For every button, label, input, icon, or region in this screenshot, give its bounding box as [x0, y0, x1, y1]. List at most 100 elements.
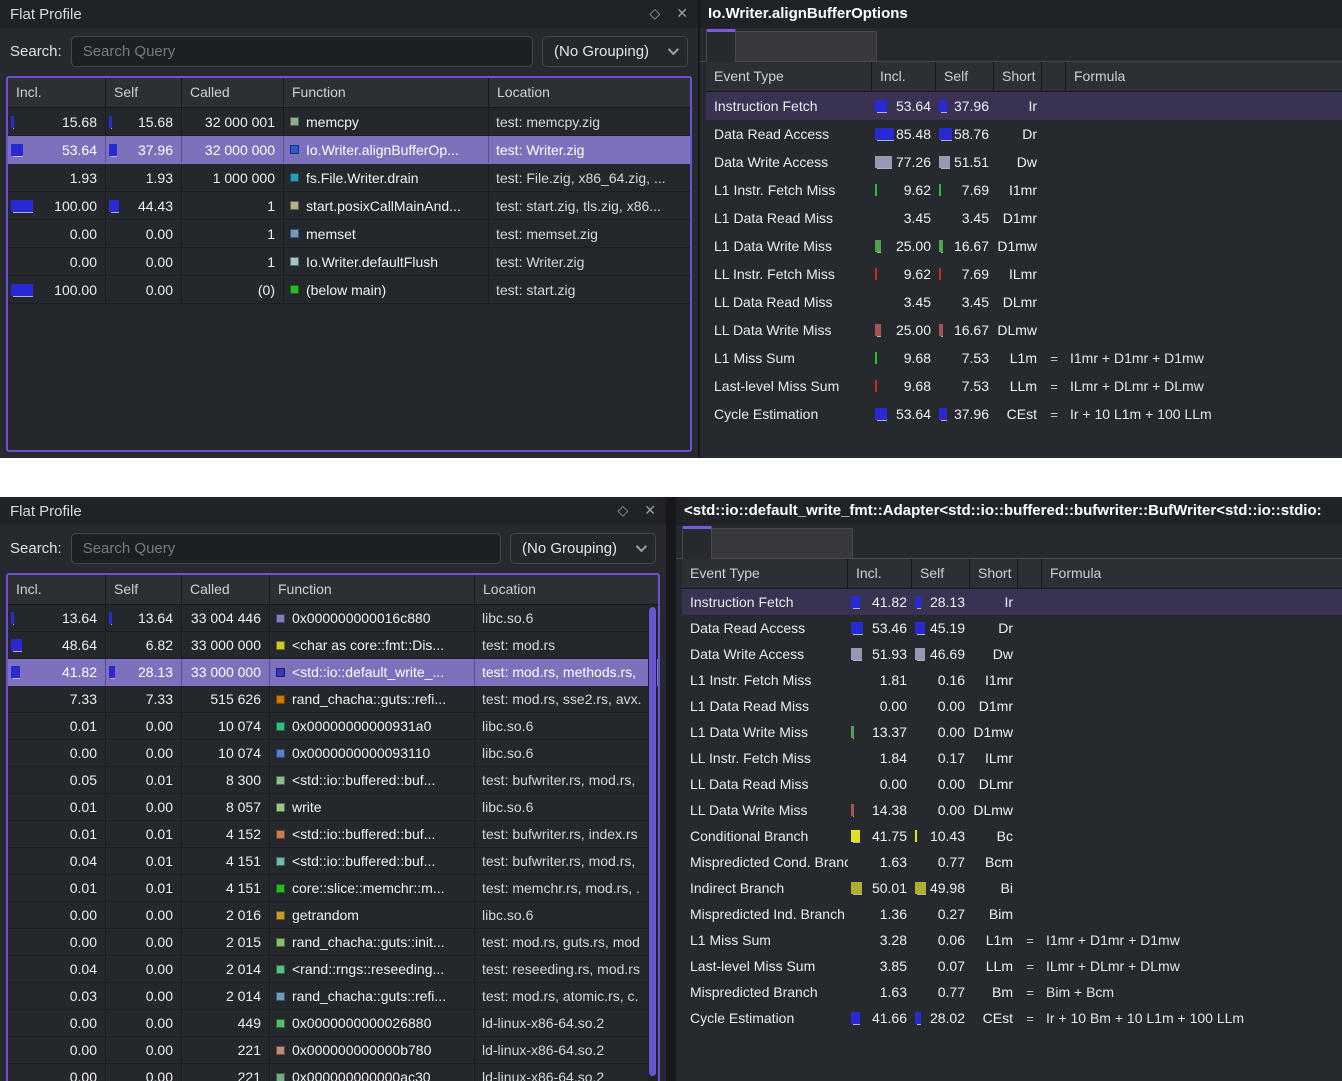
column-header-self[interactable]: Self [912, 559, 970, 588]
column-header-event-type[interactable]: Event Type [682, 559, 848, 588]
function-row[interactable]: 0.00 0.00 449 0x0000000000026880 ld-linu… [8, 1010, 658, 1037]
column-header-short[interactable]: Short [994, 62, 1042, 91]
column-header-formula[interactable]: Formula [1066, 62, 1342, 91]
scrollbar-thumb[interactable] [649, 607, 656, 1076]
event-type-row[interactable]: Data Read Access 53.46 45.19 Dr [682, 615, 1342, 641]
function-row[interactable]: 0.00 0.00 10 074 0x0000000000093110 libc… [8, 740, 658, 767]
column-header-incl[interactable]: Incl. [8, 575, 106, 604]
detail-tab[interactable] [682, 526, 712, 559]
function-row[interactable]: 0.01 0.00 10 074 0x00000000000931a0 libc… [8, 713, 658, 740]
function-row[interactable]: 48.64 6.82 33 000 000 <char as core::fmt… [8, 632, 658, 659]
detail-tab[interactable] [768, 528, 796, 558]
event-type-row[interactable]: LL Data Read Miss 0.00 0.00 DLmr [682, 771, 1342, 797]
column-header-event-type[interactable]: Event Type [706, 62, 872, 91]
column-header-location[interactable]: Location [475, 575, 658, 604]
event-type-row[interactable]: L1 Data Read Miss 0.00 0.00 D1mr [682, 693, 1342, 719]
event-type-row[interactable]: Instruction Fetch 41.82 28.13 Ir [682, 589, 1342, 615]
function-row[interactable]: 0.01 0.00 8 057 write libc.so.6 [8, 794, 658, 821]
function-row[interactable]: 53.64 37.96 32 000 000 Io.Writer.alignBu… [8, 136, 690, 164]
event-type-row[interactable]: L1 Data Write Miss 25.00 16.67 D1mw [706, 232, 1342, 260]
detail-tab[interactable] [824, 528, 853, 558]
float-panel-icon[interactable]: ◇ [617, 503, 628, 519]
detail-tab[interactable] [792, 31, 820, 61]
vertical-scrollbar[interactable] [648, 606, 657, 1081]
function-row[interactable]: 0.00 0.00 221 0x000000000000b780 ld-linu… [8, 1037, 658, 1064]
close-icon[interactable]: ✕ [676, 6, 688, 22]
detail-tab[interactable] [736, 31, 764, 61]
grouping-dropdown[interactable]: (No Grouping) [510, 533, 656, 564]
event-type-row[interactable]: LL Data Write Miss 14.38 0.00 DLmw [682, 797, 1342, 823]
event-type-row[interactable]: Mispredicted Branch 1.63 0.77 Bm = Bim +… [682, 979, 1342, 1005]
detail-tab[interactable] [706, 29, 736, 62]
detail-tab[interactable] [712, 528, 740, 558]
function-row[interactable]: 0.01 0.01 4 152 <std::io::buffered::buf.… [8, 821, 658, 848]
event-type-row[interactable]: Last-level Miss Sum 9.68 7.53 LLm = ILmr… [706, 372, 1342, 400]
event-type-row[interactable]: Indirect Branch 50.01 49.98 Bi [682, 875, 1342, 901]
column-header-incl[interactable]: Incl. [848, 559, 912, 588]
event-type-row[interactable]: Last-level Miss Sum 3.85 0.07 LLm = ILmr… [682, 953, 1342, 979]
column-header-called[interactable]: Called [182, 575, 270, 604]
function-row[interactable]: 0.04 0.00 2 014 <rand::rngs::reseeding..… [8, 956, 658, 983]
event-type-row[interactable]: Mispredicted Ind. Branch 1.36 0.27 Bim [682, 901, 1342, 927]
function-row[interactable]: 15.68 15.68 32 000 001 memcpy test: memc… [8, 108, 690, 136]
detail-tab[interactable] [820, 31, 848, 61]
column-header-function[interactable]: Function [284, 78, 489, 107]
grouping-dropdown[interactable]: (No Grouping) [542, 36, 688, 67]
event-type-row[interactable]: Data Write Access 77.26 51.51 Dw [706, 148, 1342, 176]
close-icon[interactable]: ✕ [644, 503, 656, 519]
column-header-self[interactable]: Self [936, 62, 994, 91]
float-panel-icon[interactable]: ◇ [649, 6, 660, 22]
column-header-self[interactable]: Self [106, 575, 182, 604]
function-row[interactable]: 0.03 0.00 2 014 rand_chacha::guts::refi.… [8, 983, 658, 1010]
function-row[interactable]: 0.00 0.00 2 016 getrandom libc.so.6 [8, 902, 658, 929]
function-row[interactable]: 13.64 13.64 33 004 446 0x000000000016c88… [8, 605, 658, 632]
incl-bar [875, 156, 892, 168]
function-row[interactable]: 0.04 0.01 4 151 <std::io::buffered::buf.… [8, 848, 658, 875]
event-type-row[interactable]: L1 Miss Sum 3.28 0.06 L1m = I1mr + D1mr … [682, 927, 1342, 953]
function-row[interactable]: 1.93 1.93 1 000 000 fs.File.Writer.drain… [8, 164, 690, 192]
column-header-incl[interactable]: Incl. [872, 62, 936, 91]
event-type-row[interactable]: L1 Miss Sum 9.68 7.53 L1m = I1mr + D1mr … [706, 344, 1342, 372]
event-type-row[interactable]: Cycle Estimation 53.64 37.96 CEst = Ir +… [706, 400, 1342, 428]
detail-tab[interactable] [764, 31, 792, 61]
column-header-short[interactable]: Short [970, 559, 1018, 588]
search-input[interactable] [71, 36, 533, 67]
column-header-function[interactable]: Function [270, 575, 475, 604]
event-type-row[interactable]: L1 Instr. Fetch Miss 9.62 7.69 I1mr [706, 176, 1342, 204]
event-type-row[interactable]: LL Data Read Miss 3.45 3.45 DLmr [706, 288, 1342, 316]
location-cell: test: memset.zig [489, 220, 690, 247]
event-type-row[interactable]: L1 Instr. Fetch Miss 1.81 0.16 I1mr [682, 667, 1342, 693]
event-type-row[interactable]: Instruction Fetch 53.64 37.96 Ir [706, 92, 1342, 120]
detail-tab[interactable] [740, 528, 768, 558]
column-header-incl[interactable]: Incl. [8, 78, 106, 107]
event-type-row[interactable]: Data Read Access 85.48 58.76 Dr [706, 120, 1342, 148]
column-header-location[interactable]: Location [489, 78, 690, 107]
column-header-formula[interactable]: Formula [1042, 559, 1342, 588]
event-type-row[interactable]: Conditional Branch 41.75 10.43 Bc [682, 823, 1342, 849]
event-type-row[interactable]: Cycle Estimation 41.66 28.02 CEst = Ir +… [682, 1005, 1342, 1031]
event-type-row[interactable]: LL Instr. Fetch Miss 9.62 7.69 ILmr [706, 260, 1342, 288]
column-header-called[interactable]: Called [182, 78, 284, 107]
function-row[interactable]: 0.05 0.01 8 300 <std::io::buffered::buf.… [8, 767, 658, 794]
function-row[interactable]: 100.00 0.00 (0) (below main) test: start… [8, 276, 690, 304]
function-row[interactable]: 0.01 0.01 4 151 core::slice::memchr::m..… [8, 875, 658, 902]
function-row[interactable]: 0.00 0.00 1 Io.Writer.defaultFlush test:… [8, 248, 690, 276]
event-type-row[interactable]: LL Instr. Fetch Miss 1.84 0.17 ILmr [682, 745, 1342, 771]
search-input[interactable] [71, 533, 501, 564]
function-row[interactable]: 0.00 0.00 2 015 rand_chacha::guts::init.… [8, 929, 658, 956]
function-row[interactable]: 0.00 0.00 221 0x000000000000ac30 ld-linu… [8, 1064, 658, 1081]
event-type-row[interactable]: L1 Data Write Miss 13.37 0.00 D1mw [682, 719, 1342, 745]
detail-tab[interactable] [796, 528, 824, 558]
function-row[interactable]: 41.82 28.13 33 000 000 <std::io::default… [8, 659, 658, 686]
event-type-row[interactable]: LL Data Write Miss 25.00 16.67 DLmw [706, 316, 1342, 344]
event-type-row[interactable]: Data Write Access 51.93 46.69 Dw [682, 641, 1342, 667]
event-type-row[interactable]: L1 Data Read Miss 3.45 3.45 D1mr [706, 204, 1342, 232]
self-cell: 0.77 [912, 984, 970, 1000]
column-header-self[interactable]: Self [106, 78, 182, 107]
detail-tab[interactable] [848, 31, 877, 61]
function-row[interactable]: 100.00 44.43 1 start.posixCallMainAnd...… [8, 192, 690, 220]
function-row[interactable]: 7.33 7.33 515 626 rand_chacha::guts::ref… [8, 686, 658, 713]
short-name-cell: LLm [970, 958, 1018, 974]
event-type-row[interactable]: Mispredicted Cond. Branch 1.63 0.77 Bcm [682, 849, 1342, 875]
function-row[interactable]: 0.00 0.00 1 memset test: memset.zig [8, 220, 690, 248]
